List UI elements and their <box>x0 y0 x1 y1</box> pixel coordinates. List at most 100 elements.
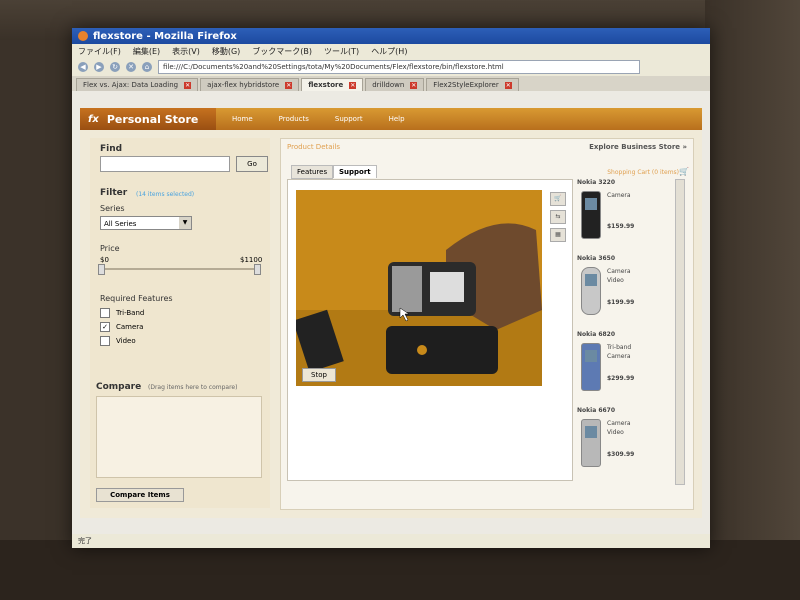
window-titlebar: flexstore - Mozilla Firefox <box>72 28 710 44</box>
nav-products[interactable]: Products <box>275 113 313 125</box>
series-value: All Series <box>104 220 137 228</box>
compare-icon[interactable]: ⇆ <box>550 210 566 224</box>
product-price: $159.99 <box>607 223 635 230</box>
app-nav: Home Products Support Help <box>228 113 409 125</box>
feature-text: Video <box>607 277 624 284</box>
compare-hint: (Drag items here to compare) <box>148 384 238 391</box>
menu-view[interactable]: 表示(V) <box>172 46 200 57</box>
close-tab-icon[interactable]: ✕ <box>349 82 357 89</box>
product-price: $309.99 <box>607 451 635 458</box>
feature-label: Camera <box>116 323 144 331</box>
tab-features[interactable]: Features <box>291 165 334 179</box>
room-floor <box>0 540 800 600</box>
find-input[interactable] <box>100 156 230 172</box>
address-bar[interactable]: file:///C:/Documents%20and%20Settings/to… <box>158 60 640 74</box>
close-tab-icon[interactable]: ✕ <box>285 82 293 89</box>
product-list: Nokia 3220 Camera $159.99 Nokia 3650 Cam… <box>577 179 671 483</box>
checkbox-checked[interactable]: ✓ <box>100 322 110 332</box>
back-icon[interactable]: ◀ <box>78 62 88 72</box>
menu-bookmarks[interactable]: ブックマーク(B) <box>252 46 312 57</box>
product-tile[interactable]: Nokia 3650 Camera Video $199.99 <box>577 255 671 333</box>
series-select[interactable]: All Series ▼ <box>100 216 192 230</box>
compare-items-button[interactable]: Compare Items <box>96 488 184 502</box>
close-tab-icon[interactable]: ✕ <box>410 82 418 89</box>
feature-text: Video <box>607 429 624 436</box>
battery-shape <box>392 266 422 312</box>
nav-home[interactable]: Home <box>228 113 257 125</box>
product-list-scrollbar[interactable] <box>675 179 685 485</box>
app-header: fx Personal Store Home Products Support … <box>80 108 702 130</box>
feature-label: Video <box>116 337 136 345</box>
phone-image <box>581 343 601 391</box>
compare-drop-area[interactable] <box>96 396 262 478</box>
flexstore-app: fx Personal Store Home Products Support … <box>80 108 702 518</box>
support-content: Stop 🛒 ⇆ ▦ <box>287 179 573 481</box>
product-details-panel: Product Details Explore Business Store »… <box>280 138 694 510</box>
menu-edit[interactable]: 編集(E) <box>133 46 160 57</box>
feature-text: Camera <box>607 353 631 360</box>
home-icon[interactable]: ⌂ <box>142 62 152 72</box>
logo-text: Personal Store <box>106 112 199 126</box>
reload-icon[interactable]: ↻ <box>110 62 120 72</box>
navigation-toolbar: ◀ ▶ ↻ ✕ ⌂ file:///C:/Documents%20and%20S… <box>72 58 710 76</box>
tab-flex-vs-ajax[interactable]: Flex vs. Ajax: Data Loading ✕ <box>76 78 199 91</box>
price-max: $1100 <box>240 256 263 264</box>
selected-count: (14 items selected) <box>136 191 195 198</box>
price-slider-track <box>100 268 258 270</box>
product-tile[interactable]: Nokia 6820 Tri-band Camera $299.99 <box>577 331 671 409</box>
explore-business-store-link[interactable]: Explore Business Store » <box>589 143 687 151</box>
feature-text: Camera <box>607 268 631 275</box>
close-tab-icon[interactable]: ✕ <box>504 82 512 89</box>
tab-flexstore[interactable]: flexstore ✕ <box>301 78 364 91</box>
feature-text: Tri-band <box>607 344 632 351</box>
product-price: $299.99 <box>607 375 635 382</box>
tab-label: ajax-flex hybridstore <box>207 81 280 89</box>
menu-go[interactable]: 移動(G) <box>212 46 240 57</box>
forward-icon[interactable]: ▶ <box>94 62 104 72</box>
filter-panel: Find Go Filter (14 items selected) Serie… <box>90 138 270 508</box>
product-tile[interactable]: Nokia 6670 Camera Video $309.99 <box>577 407 671 485</box>
tab-label: Flex vs. Ajax: Data Loading <box>83 81 179 89</box>
tab-drilldown[interactable]: drilldown ✕ <box>365 78 425 91</box>
feature-text: Camera <box>607 420 631 427</box>
feature-text: Camera <box>607 192 631 199</box>
product-name: Nokia 3650 <box>577 255 616 262</box>
product-name: Nokia 3220 <box>577 179 616 186</box>
go-button[interactable]: Go <box>236 156 268 172</box>
cart-icon[interactable]: 🛒 <box>679 167 689 176</box>
stop-button[interactable]: Stop <box>302 368 336 382</box>
close-tab-icon[interactable]: ✕ <box>184 82 192 89</box>
feature-video[interactable]: Video <box>100 336 136 346</box>
price-slider-min-handle[interactable] <box>98 264 105 275</box>
menu-file[interactable]: ファイル(F) <box>78 46 121 57</box>
feature-camera[interactable]: ✓ Camera <box>100 322 143 332</box>
support-video[interactable]: Stop <box>296 190 542 386</box>
phone-image <box>581 191 601 239</box>
nav-help[interactable]: Help <box>385 113 409 125</box>
find-label: Find <box>100 144 123 154</box>
stop-icon[interactable]: ✕ <box>126 62 136 72</box>
product-features: Camera Video <box>607 267 631 285</box>
menu-tools[interactable]: ツール(T) <box>324 46 359 57</box>
product-features: Camera Video <box>607 419 631 437</box>
grid-icon[interactable]: ▦ <box>550 228 566 242</box>
product-name: Nokia 6670 <box>577 407 616 414</box>
video-frame <box>296 190 542 386</box>
feature-triband[interactable]: Tri-Band <box>100 308 144 318</box>
nav-support[interactable]: Support <box>331 113 367 125</box>
product-tile[interactable]: Nokia 3220 Camera $159.99 <box>577 179 671 257</box>
phone-image <box>581 419 601 467</box>
add-to-cart-icon[interactable]: 🛒 <box>550 192 566 206</box>
checkbox[interactable] <box>100 308 110 318</box>
projected-screen: flexstore - Mozilla Firefox ファイル(F) 編集(E… <box>72 28 710 548</box>
checkbox[interactable] <box>100 336 110 346</box>
tab-support[interactable]: Support <box>333 165 377 178</box>
sim-card <box>430 272 464 302</box>
price-slider-max-handle[interactable] <box>254 264 261 275</box>
menu-bar: ファイル(F) 編集(E) 表示(V) 移動(G) ブックマーク(B) ツール(… <box>72 44 710 58</box>
shopping-cart-label[interactable]: Shopping Cart (0 items) <box>607 169 679 176</box>
menu-help[interactable]: ヘルプ(H) <box>371 46 407 57</box>
tab-flex2styleexplorer[interactable]: Flex2StyleExplorer ✕ <box>426 78 519 91</box>
product-details-title: Product Details <box>287 143 341 151</box>
tab-ajax-flex-hybridstore[interactable]: ajax-flex hybridstore ✕ <box>200 78 300 91</box>
